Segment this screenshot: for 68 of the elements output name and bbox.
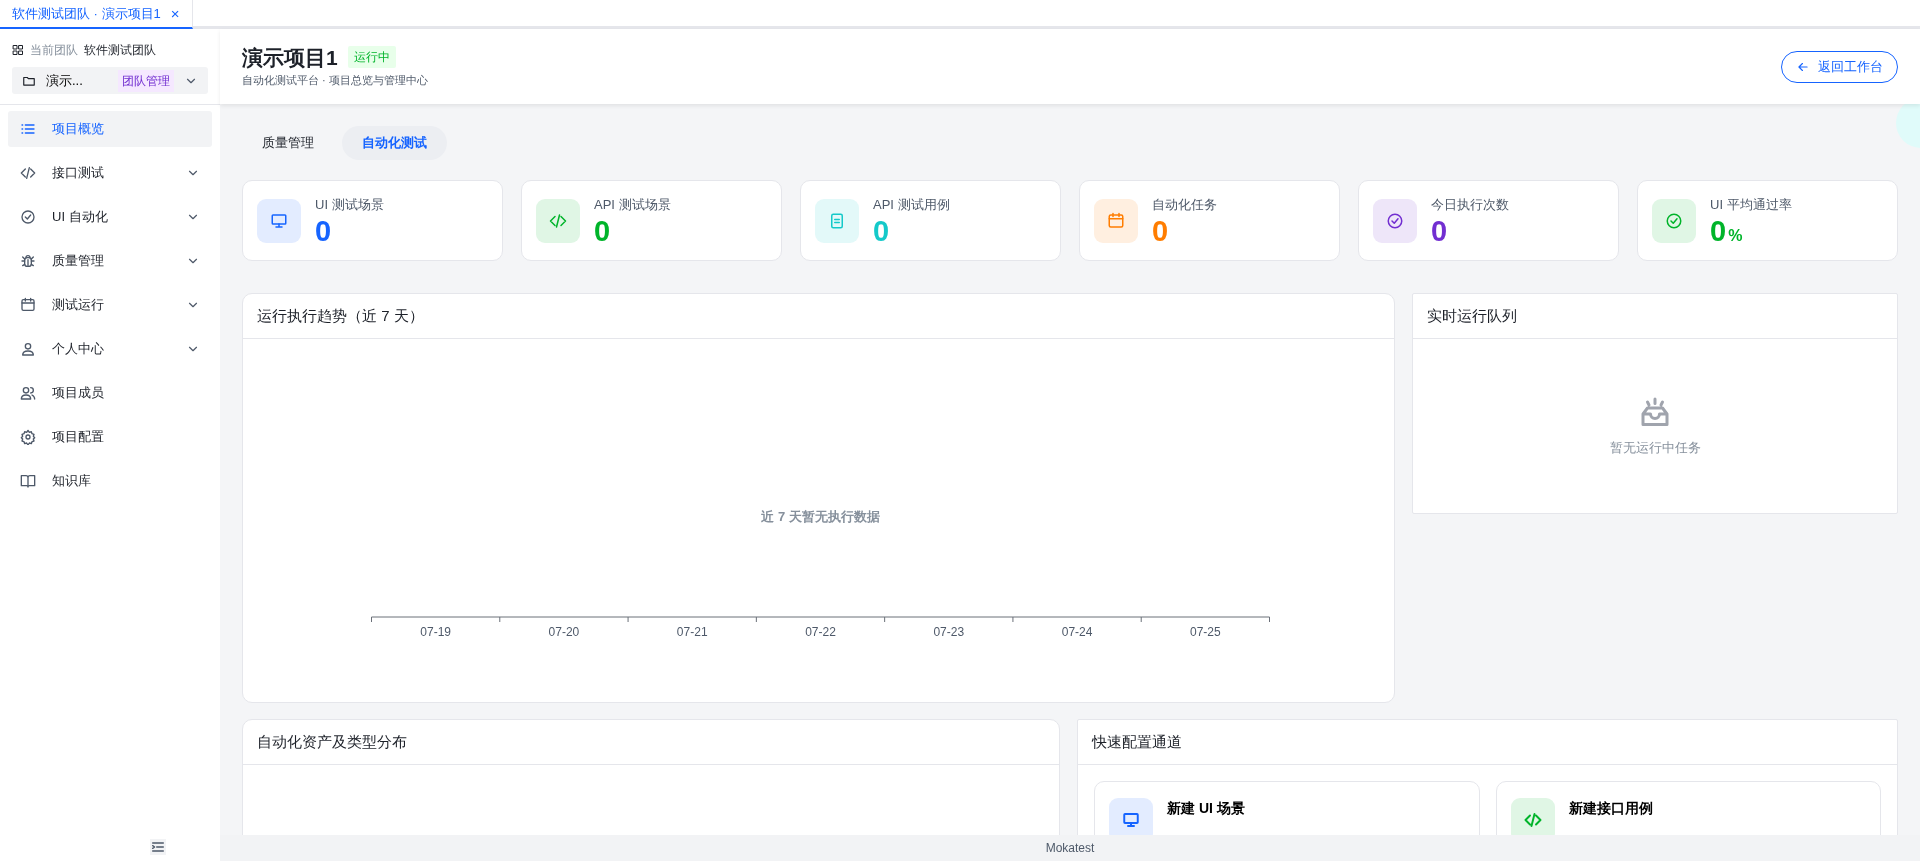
stat-value: 0	[594, 216, 612, 246]
grid-icon	[12, 44, 24, 56]
document-icon	[828, 211, 846, 230]
list-icon	[20, 121, 36, 137]
project-select[interactable]: 演示... 团队管理	[12, 67, 208, 94]
tab[interactable]: 质量管理	[242, 126, 334, 160]
stat-value: 0	[873, 216, 891, 246]
sidebar-item[interactable]: UI 自动化	[8, 199, 212, 235]
axis-label: 07-25	[1190, 625, 1221, 639]
user-icon	[20, 341, 36, 357]
axis-label: 07-21	[676, 625, 708, 639]
code-icon	[549, 211, 567, 230]
stat-label: 今日执行次数	[1431, 196, 1509, 215]
card-title: 自动化资产及类型分布	[243, 720, 1059, 765]
code-icon	[20, 165, 36, 181]
quick-action[interactable]: 新建 UI 场景	[1094, 781, 1480, 835]
status-badge: 运行中	[347, 46, 396, 69]
page-title: 演示项目1	[242, 44, 338, 70]
sidebar-item[interactable]: 项目配置	[8, 419, 212, 455]
team-name: 软件测试团队	[84, 42, 156, 59]
sidebar-item[interactable]: 项目概览	[8, 111, 212, 147]
stat-label: UI 测试场景	[315, 196, 384, 215]
window-tab[interactable]: 软件测试团队 · 演示项目1 ×	[0, 0, 193, 29]
book-icon	[20, 473, 36, 489]
stat-value: 0%	[1710, 216, 1744, 246]
settings-icon	[20, 429, 36, 445]
axis-label: 07-20	[548, 625, 580, 639]
check-circle-icon	[1665, 211, 1683, 230]
back-button[interactable]: 返回工作台	[1781, 50, 1898, 83]
bug-icon	[20, 253, 36, 269]
team-label: 当前团队	[30, 42, 78, 59]
stat-value: 0	[1152, 216, 1170, 246]
users-icon	[20, 385, 36, 401]
calendar-icon	[1107, 211, 1125, 230]
collapse-icon[interactable]	[150, 839, 166, 855]
calendar-icon	[20, 297, 36, 313]
empty-message: 近 7 天暂无执行数据	[761, 509, 880, 524]
quick-action[interactable]: 新建接口用例	[1495, 781, 1881, 835]
stat-label: API 测试用例	[873, 196, 950, 215]
sidebar-item[interactable]: 个人中心	[8, 331, 212, 367]
sidebar-item[interactable]: 接口测试	[8, 155, 212, 191]
card-title: 实时运行队列	[1413, 294, 1897, 339]
tab-label: 软件测试团队 · 演示项目1	[12, 4, 161, 23]
check-circle-icon	[20, 209, 36, 225]
role-badge: 团队管理	[118, 69, 174, 92]
axis-label: 07-24	[1061, 625, 1093, 639]
stat-value: 0	[315, 216, 333, 246]
stat-label: API 测试场景	[594, 196, 671, 215]
close-button[interactable]: ×	[170, 6, 180, 21]
stat-label: UI 平均通过率	[1710, 196, 1792, 215]
page-subtitle: 自动化测试平台 · 项目总览与管理中心	[242, 72, 428, 88]
axis-label: 07-23	[933, 625, 965, 639]
sidebar-item[interactable]: 测试运行	[8, 287, 212, 323]
stat-value: 0	[1431, 216, 1449, 246]
axis-label: 07-19	[420, 625, 451, 639]
project-name: 演示...	[46, 71, 83, 90]
card-title: 运行执行趋势（近 7 天）	[243, 294, 1394, 339]
empty-message: 暂无运行中任务	[1609, 438, 1701, 457]
monitor-icon	[270, 211, 288, 230]
stat-label: 自动化任务	[1152, 196, 1217, 215]
card-title: 快速配置通道	[1078, 720, 1897, 765]
footer-text: Mokatest	[1045, 840, 1095, 857]
sidebar-item[interactable]: 项目成员	[8, 375, 212, 411]
sidebar-item[interactable]: 质量管理	[8, 243, 212, 279]
axis-label: 07-22	[805, 625, 836, 639]
tab[interactable]: 自动化测试	[342, 126, 447, 160]
check-circle-icon	[1386, 211, 1404, 230]
sidebar-item[interactable]: 知识库	[8, 463, 212, 499]
